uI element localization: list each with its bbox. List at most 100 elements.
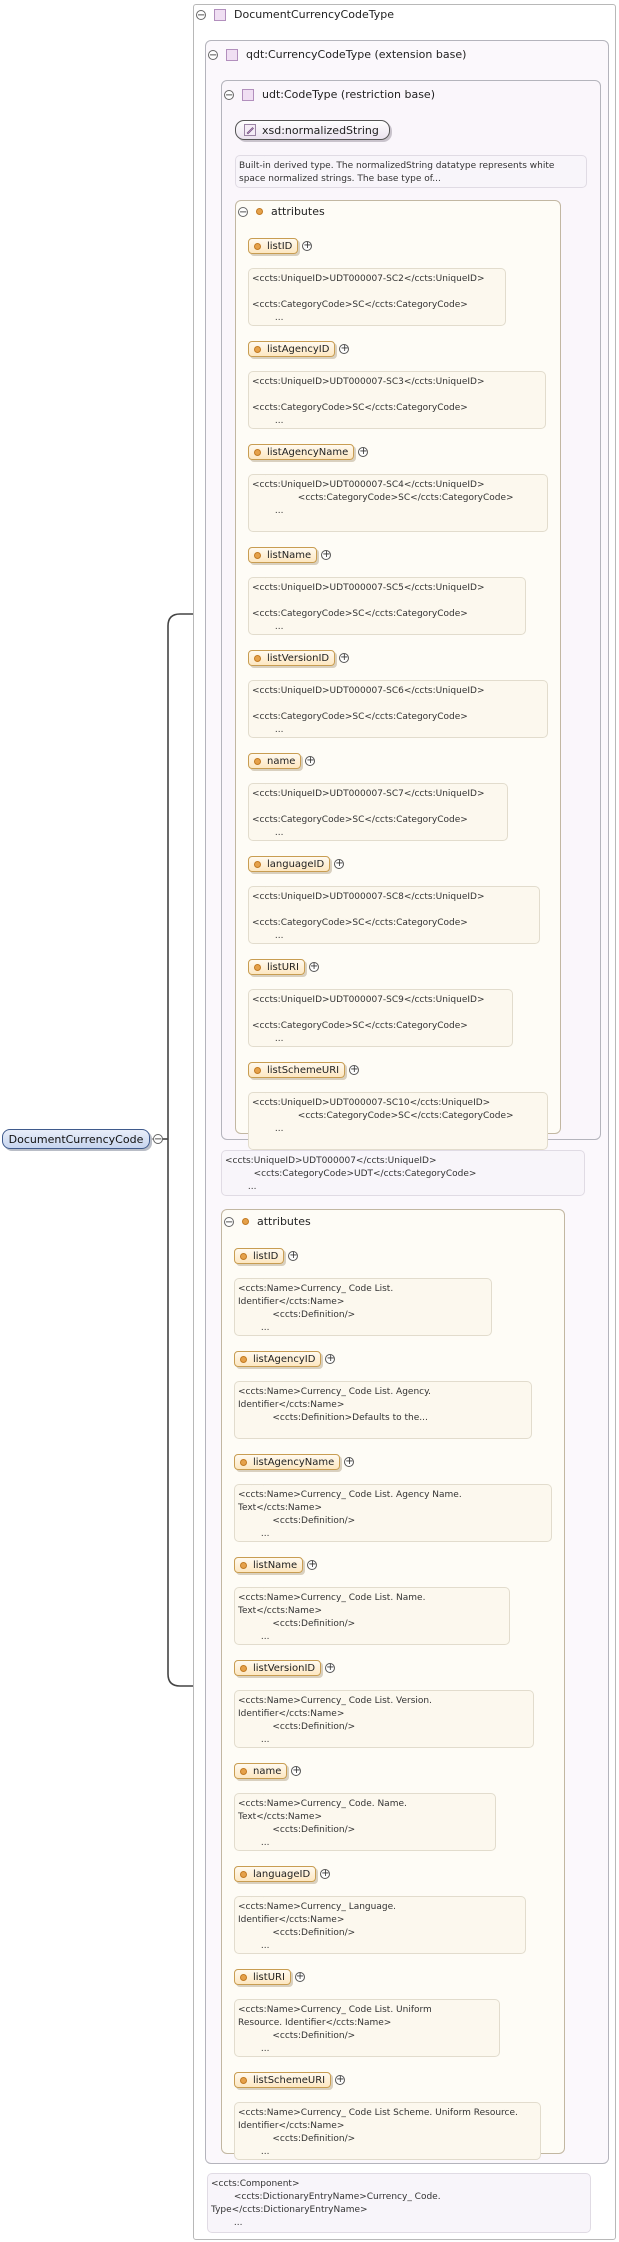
attribute-node[interactable]: listSchemeURI — [248, 1062, 346, 1078]
attribute-node[interactable]: listSchemeURI — [234, 2072, 332, 2088]
expand-plus-icon[interactable]: + — [358, 447, 369, 457]
attribute-row[interactable]: listSchemeURI + — [234, 2072, 346, 2088]
attribute-note: <ccts:UniqueID>UDT000007-SC3</ccts:Uniqu… — [248, 371, 546, 429]
attribute-row[interactable]: listVersionID + — [248, 650, 350, 666]
attribute-node[interactable]: listURI — [234, 1969, 291, 1985]
attribute-note: <ccts:Name>Currency_ Code List Scheme. U… — [234, 2102, 541, 2160]
attribute-node[interactable]: listName — [234, 1557, 304, 1573]
outer-attributes-header[interactable]: − attributes — [224, 1215, 311, 1228]
attribute-row[interactable]: listURI + — [234, 1969, 305, 1985]
attribute-row[interactable]: listName + — [248, 547, 332, 563]
expand-plus-icon[interactable]: + — [294, 1972, 305, 1982]
attribute-row[interactable]: listURI + — [248, 959, 319, 975]
attribute-node[interactable]: listVersionID — [234, 1660, 322, 1676]
attribute-node[interactable]: listAgencyID — [234, 1351, 322, 1367]
root-element-node[interactable]: DocumentCurrencyCode — [2, 1129, 150, 1149]
expand-plus-icon[interactable]: + — [307, 1560, 318, 1570]
attribute-node[interactable]: listAgencyName — [248, 444, 355, 460]
attribute-row[interactable]: listAgencyID + — [248, 341, 350, 357]
attribute-row[interactable]: listVersionID + — [234, 1660, 336, 1676]
attribute-row[interactable]: listID + — [248, 238, 313, 254]
attribute-row[interactable]: name + — [248, 753, 316, 769]
xsd-note: Built-in derived type. The normalizedStr… — [235, 155, 587, 188]
inner-attributes-header[interactable]: − attributes — [238, 205, 325, 218]
attribute-node[interactable]: listName — [248, 547, 318, 563]
restriction-base-header[interactable]: − udt:CodeType (restriction base) — [224, 88, 435, 101]
root-collapse-icon[interactable]: − — [153, 1134, 163, 1145]
attribute-row[interactable]: languageID + — [248, 856, 345, 872]
collapse-minus-icon[interactable]: − — [208, 49, 218, 60]
expand-plus-icon[interactable]: + — [291, 1766, 302, 1776]
attribute-icon — [254, 654, 261, 662]
attribute-node[interactable]: listVersionID — [248, 650, 336, 666]
attribute-node[interactable]: listAgencyID — [248, 341, 336, 357]
attribute-row[interactable]: listSchemeURI + — [248, 1062, 360, 1078]
attribute-node[interactable]: languageID — [248, 856, 331, 872]
attribute-row[interactable]: listAgencyName + — [234, 1454, 355, 1470]
attribute-icon — [240, 1252, 247, 1260]
complex-type-icon — [214, 8, 226, 21]
attribute-name: listSchemeURI — [267, 1064, 340, 1076]
restriction-base-label: udt:CodeType (restriction base) — [262, 88, 435, 101]
attribute-name: listURI — [267, 961, 299, 973]
expand-plus-icon[interactable]: + — [321, 550, 332, 560]
attribute-node[interactable]: languageID — [234, 1866, 317, 1882]
expand-plus-icon[interactable]: + — [325, 1663, 336, 1673]
collapse-minus-icon[interactable]: − — [196, 9, 206, 20]
expand-plus-icon[interactable]: + — [335, 2075, 346, 2085]
attribute-note: <ccts:UniqueID>UDT000007-SC5</ccts:Uniqu… — [248, 577, 526, 635]
xsd-simple-type-label: xsd:normalizedString — [262, 123, 379, 137]
outer-attributes-label: attributes — [257, 1215, 311, 1228]
expand-plus-icon[interactable]: + — [308, 962, 319, 972]
attribute-note: <ccts:Name>Currency_ Code List. Name. Te… — [234, 1587, 510, 1645]
expand-plus-icon[interactable]: + — [339, 653, 350, 663]
attribute-node[interactable]: name — [234, 1763, 288, 1779]
attribute-icon — [240, 1767, 247, 1775]
collapse-minus-icon[interactable]: − — [238, 206, 248, 217]
attribute-note: <ccts:Name>Currency_ Code List. Agency N… — [234, 1484, 552, 1542]
attribute-icon — [254, 860, 261, 868]
attribute-row[interactable]: languageID + — [234, 1866, 331, 1882]
expand-plus-icon[interactable]: + — [288, 1251, 299, 1261]
expand-plus-icon[interactable]: + — [305, 756, 316, 766]
attribute-node[interactable]: listID — [234, 1248, 285, 1264]
attribute-node[interactable]: listID — [248, 238, 299, 254]
attribute-row[interactable]: name + — [234, 1763, 302, 1779]
attribute-icon — [254, 1066, 261, 1074]
attribute-name: name — [253, 1765, 282, 1777]
expand-plus-icon[interactable]: + — [302, 241, 313, 251]
attribute-note: <ccts:Name>Currency_ Code. Name. Text</c… — [234, 1793, 496, 1851]
inner-attributes-label: attributes — [271, 205, 325, 218]
expand-plus-icon[interactable]: + — [325, 1354, 336, 1364]
attribute-node[interactable]: listURI — [248, 959, 305, 975]
attribute-icon — [240, 1561, 247, 1569]
attribute-row[interactable]: listAgencyID + — [234, 1351, 336, 1367]
attribute-icon — [254, 242, 261, 250]
attribute-note: <ccts:Name>Currency_ Code List. Identifi… — [234, 1278, 492, 1336]
attribute-name: listID — [253, 1250, 279, 1262]
collapse-minus-icon[interactable]: − — [224, 1216, 234, 1227]
expand-plus-icon[interactable]: + — [339, 344, 350, 354]
attribute-row[interactable]: listID + — [234, 1248, 299, 1264]
extension-base-header[interactable]: − qdt:CurrencyCodeType (extension base) — [208, 48, 466, 61]
expand-plus-icon[interactable]: + — [320, 1869, 331, 1879]
attribute-row[interactable]: listName + — [234, 1557, 318, 1573]
attribute-name: listName — [253, 1559, 298, 1571]
attribute-name: name — [267, 755, 296, 767]
attribute-node[interactable]: name — [248, 753, 302, 769]
main-type-label: DocumentCurrencyCodeType — [234, 8, 394, 21]
expand-plus-icon[interactable]: + — [349, 1065, 360, 1075]
attribute-row[interactable]: listAgencyName + — [248, 444, 369, 460]
attribute-node[interactable]: listAgencyName — [234, 1454, 341, 1470]
expand-plus-icon[interactable]: + — [344, 1457, 355, 1467]
attribute-icon — [240, 1458, 247, 1466]
complex-type-icon — [226, 48, 238, 61]
collapse-minus-icon[interactable]: − — [224, 89, 234, 100]
main-type-header[interactable]: − DocumentCurrencyCodeType — [196, 8, 394, 21]
attribute-name: listID — [267, 240, 293, 252]
attribute-name: listAgencyName — [253, 1456, 335, 1468]
expand-plus-icon[interactable]: + — [334, 859, 345, 869]
attribute-icon — [240, 1664, 247, 1672]
attribute-icon — [254, 448, 261, 456]
xsd-simple-type-node[interactable]: xsd:normalizedString — [235, 120, 390, 140]
